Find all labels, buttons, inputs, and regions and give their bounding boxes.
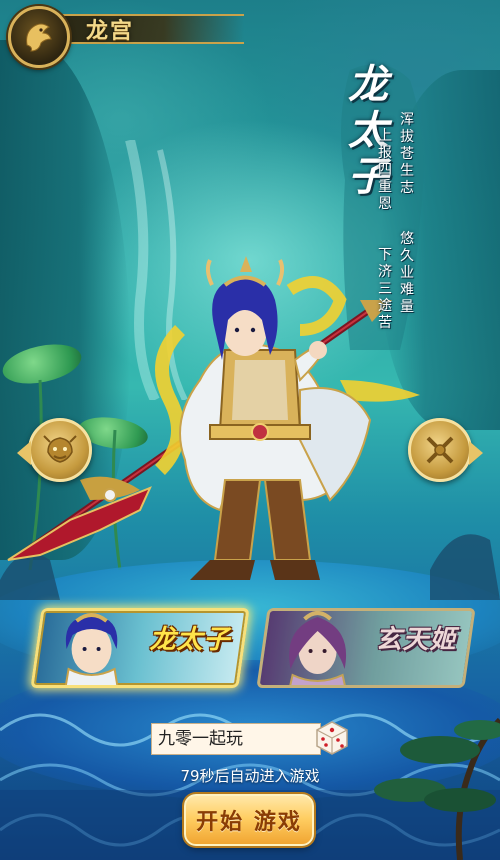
character-portrait	[63, 613, 120, 688]
poem-column-1: 浑 拔 苍 生 志 悠 久 业 难 量	[398, 112, 416, 316]
card-label: 龙太子	[149, 625, 231, 655]
poem-char: 下	[378, 247, 392, 263]
poem-char: 恩	[378, 196, 392, 212]
poem-char: 三	[378, 281, 392, 297]
poem-char: 难	[400, 282, 414, 298]
poem-char: 苦	[378, 315, 392, 331]
poem-char: 业	[400, 265, 414, 281]
player-name-input[interactable]: 九零一起玩	[151, 723, 321, 755]
poem-char: 报	[378, 145, 392, 161]
location-header: 龙宫	[8, 6, 248, 68]
arrow-left-icon	[17, 441, 31, 465]
dragon-head-icon	[43, 435, 77, 463]
poem-char: 量	[400, 299, 414, 315]
poem-char: 四	[378, 162, 392, 178]
header-plate	[44, 14, 244, 44]
poem-char: 悠	[400, 231, 414, 247]
character-portrait	[287, 611, 348, 688]
crossed-weapons-icon	[426, 436, 454, 464]
dice-icon[interactable]	[314, 720, 350, 756]
start-game-button[interactable]: 开始 游戏	[184, 794, 314, 846]
golden-dragon-emblem-icon	[8, 6, 70, 68]
poem-char: 途	[378, 298, 392, 314]
character-card-selected[interactable]: 龙太子	[30, 608, 250, 688]
poem-char: 生	[400, 163, 414, 179]
poem-char: 济	[378, 264, 392, 280]
poem-char: 苍	[400, 146, 414, 162]
poem-char: 拔	[400, 129, 414, 145]
poem-char: 久	[400, 248, 414, 264]
next-character-button[interactable]	[408, 418, 483, 482]
poem-column-2: 上 报 四 重 恩 下 济 三 途 苦	[376, 128, 394, 332]
card-label: 玄天姬	[375, 625, 457, 655]
poem-char: 志	[400, 180, 414, 196]
poem-char: 上	[378, 128, 392, 144]
prev-character-button[interactable]	[17, 418, 92, 482]
poem-char: 浑	[400, 112, 414, 128]
arrow-right-icon	[469, 441, 483, 465]
poem-char: 重	[378, 179, 392, 195]
location-title: 龙宫	[86, 18, 135, 44]
auto-enter-countdown: 79秒后自动进入游戏	[180, 767, 320, 785]
character-card[interactable]: 玄天姬	[256, 608, 476, 688]
name-char: 龙	[348, 61, 388, 108]
